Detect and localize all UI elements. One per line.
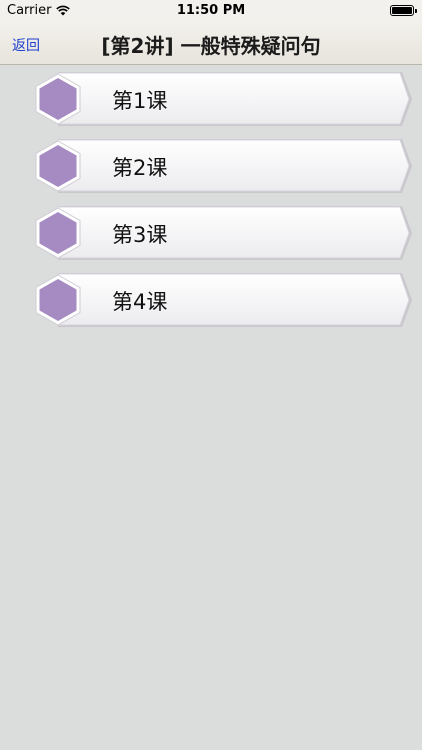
hexagon-icon xyxy=(35,274,81,326)
lesson-label: 第1课 xyxy=(112,89,168,113)
navigation-bar: 返回 [第2讲] 一般特殊疑问句 xyxy=(0,22,422,65)
lesson-item-2[interactable]: 第2课 xyxy=(28,137,414,195)
lesson-tab-background xyxy=(57,273,412,327)
battery-icon xyxy=(390,5,417,16)
lesson-item-4[interactable]: 第4课 xyxy=(28,271,414,329)
lesson-label: 第2课 xyxy=(112,156,168,180)
lesson-tab-background xyxy=(57,72,412,126)
hexagon-icon xyxy=(35,73,81,125)
page-title: [第2讲] 一般特殊疑问句 xyxy=(101,34,321,58)
status-bar: Carrier 11:50 PM xyxy=(0,0,422,22)
hexagon-icon xyxy=(35,207,81,259)
lesson-item-1[interactable]: 第1课 xyxy=(28,70,414,128)
lesson-label: 第4课 xyxy=(112,290,168,314)
lesson-item-3[interactable]: 第3课 xyxy=(28,204,414,262)
lesson-label: 第3课 xyxy=(112,223,168,247)
status-time: 11:50 PM xyxy=(176,3,246,18)
lesson-tab-background xyxy=(57,206,412,260)
hexagon-icon xyxy=(35,140,81,192)
lesson-tab-background xyxy=(57,139,412,193)
